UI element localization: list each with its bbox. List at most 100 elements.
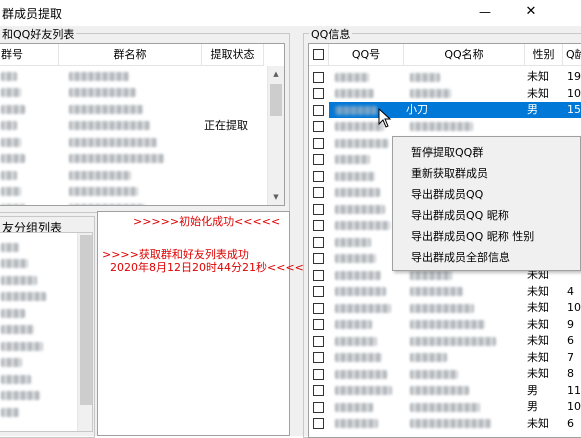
member-checkbox-cell[interactable] [309, 185, 329, 201]
col-group-id[interactable]: 群号 [0, 44, 59, 66]
member-row[interactable]: 未知 10 [309, 300, 581, 316]
member-checkbox[interactable] [313, 352, 324, 363]
group-row[interactable] [0, 134, 264, 150]
member-checkbox[interactable] [313, 335, 324, 347]
member-checkbox[interactable] [313, 88, 324, 99]
member-checkbox[interactable] [313, 187, 324, 198]
member-checkbox-cell[interactable] [309, 251, 329, 267]
member-checkbox[interactable] [313, 269, 324, 281]
member-checkbox-cell[interactable] [309, 383, 329, 399]
member-checkbox-cell[interactable] [309, 366, 329, 382]
member-row[interactable]: 男 11 [309, 383, 581, 399]
member-checkbox-cell[interactable] [309, 317, 329, 333]
friend-group-row[interactable] [0, 289, 75, 305]
menu-pause-extract[interactable]: 暂停提取QQ群 [411, 142, 483, 163]
select-all-checkbox[interactable] [313, 48, 324, 60]
member-checkbox-cell[interactable] [309, 399, 329, 415]
member-row[interactable]: 未知 7 [309, 350, 581, 366]
member-row[interactable]: 未知 19 [309, 69, 581, 85]
member-checkbox-cell[interactable] [309, 135, 329, 151]
member-checkbox-cell[interactable] [309, 102, 329, 118]
member-checkbox-cell[interactable] [309, 69, 329, 85]
friend-group-row[interactable] [0, 355, 75, 371]
member-row[interactable]: 男 10 [309, 399, 581, 415]
friend-list-scrollbar[interactable] [77, 233, 92, 431]
friend-group-row[interactable] [0, 305, 75, 321]
member-checkbox-cell[interactable] [309, 86, 329, 102]
select-all-checkbox-col[interactable] [309, 44, 329, 66]
menu-export-qq[interactable]: 导出群成员QQ [411, 184, 483, 205]
member-checkbox-cell[interactable] [309, 350, 329, 366]
member-checkbox[interactable] [313, 154, 324, 165]
member-checkbox-cell[interactable] [309, 218, 329, 234]
friend-group-row[interactable] [0, 388, 75, 404]
col-qq-number[interactable]: QQ号 [329, 44, 404, 66]
member-checkbox-cell[interactable] [309, 234, 329, 250]
friend-group-row[interactable] [0, 338, 75, 354]
member-checkbox[interactable] [313, 385, 324, 396]
col-group-name[interactable]: 群名称 [59, 44, 202, 66]
group-row[interactable] [0, 68, 264, 84]
minimize-button[interactable]: — [462, 0, 508, 26]
member-checkbox[interactable] [313, 319, 324, 330]
member-checkbox[interactable] [313, 253, 324, 264]
menu-export-all[interactable]: 导出群成员全部信息 [411, 247, 510, 268]
member-checkbox[interactable] [313, 302, 324, 314]
member-checkbox-cell[interactable] [309, 267, 329, 283]
col-qq-age[interactable]: Q龄 [563, 44, 581, 66]
group-row[interactable] [0, 85, 264, 101]
col-qq-name[interactable]: QQ名称 [404, 44, 525, 66]
member-checkbox-cell[interactable] [309, 284, 329, 300]
group-row[interactable] [0, 184, 264, 200]
member-checkbox[interactable] [313, 170, 324, 182]
friend-scroll-thumb[interactable] [80, 235, 92, 405]
scroll-thumb[interactable] [270, 84, 282, 116]
member-checkbox-cell[interactable] [309, 168, 329, 184]
menu-export-qq-nickname[interactable]: 导出群成员QQ 昵称 [411, 205, 509, 226]
scroll-down-icon[interactable]: ▼ [268, 189, 284, 205]
friend-group-row[interactable] [0, 404, 75, 420]
member-checkbox-cell[interactable] [309, 416, 329, 432]
member-row[interactable]: 未知 6 [309, 416, 581, 432]
friend-group-row[interactable] [0, 371, 75, 387]
col-gender[interactable]: 性别 [525, 44, 563, 66]
member-checkbox[interactable] [313, 104, 324, 116]
friend-group-list[interactable] [0, 232, 93, 432]
group-row[interactable] [0, 151, 264, 167]
group-row[interactable] [0, 200, 264, 205]
member-row[interactable]: 未知 9 [309, 317, 581, 333]
member-checkbox[interactable] [313, 203, 324, 215]
member-checkbox-cell[interactable] [309, 300, 329, 316]
member-row[interactable]: 小刀男 15 [309, 102, 581, 118]
member-row[interactable]: 未知 8 [309, 366, 581, 382]
group-row[interactable] [0, 167, 264, 183]
group-row[interactable]: 正在提取 [0, 118, 264, 134]
col-extract-status[interactable]: 提取状态 [202, 44, 264, 66]
group-row[interactable] [0, 101, 264, 117]
friend-group-row[interactable] [0, 256, 75, 272]
member-checkbox[interactable] [313, 220, 324, 231]
friend-group-row[interactable] [0, 272, 75, 288]
member-checkbox-cell[interactable] [309, 333, 329, 349]
friend-group-row[interactable] [0, 322, 75, 338]
group-list-scrollbar[interactable]: ▲ ▼ [267, 66, 284, 205]
member-checkbox-cell[interactable] [309, 201, 329, 217]
friend-group-row[interactable] [0, 239, 75, 255]
menu-reload-members[interactable]: 重新获取群成员 [411, 163, 488, 184]
close-button[interactable]: ✕ [508, 0, 554, 26]
member-checkbox-cell[interactable] [309, 152, 329, 168]
member-checkbox[interactable] [313, 71, 324, 83]
member-checkbox[interactable] [313, 236, 324, 248]
menu-export-qq-nickname-gender[interactable]: 导出群成员QQ 昵称 性别 [411, 226, 534, 247]
member-checkbox[interactable] [313, 368, 324, 380]
scroll-up-icon[interactable]: ▲ [268, 66, 284, 83]
member-checkbox[interactable] [313, 286, 324, 297]
group-listview[interactable]: 群号 群名称 提取状态 正在提取 ▲ ▼ [0, 43, 285, 206]
member-checkbox[interactable] [313, 121, 324, 132]
member-checkbox[interactable] [313, 137, 324, 149]
member-row[interactable]: 未知 10 [309, 86, 581, 102]
member-checkbox[interactable] [313, 401, 324, 413]
member-row[interactable] [309, 119, 581, 135]
member-row[interactable]: 未知 4 [309, 284, 581, 300]
member-checkbox-cell[interactable] [309, 119, 329, 135]
